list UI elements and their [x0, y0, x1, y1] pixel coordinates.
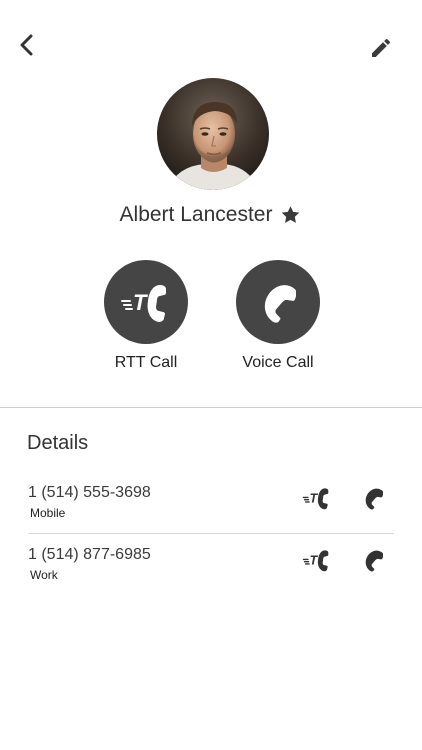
- rtt-phone-icon: T: [302, 488, 329, 510]
- phone-number-row[interactable]: 1 (514) 555-3698 Mobile T: [28, 472, 394, 534]
- svg-text:T: T: [310, 492, 319, 506]
- phone-number[interactable]: 1 (514) 877-6985: [28, 546, 151, 564]
- phone-icon: [365, 550, 383, 572]
- contact-name-row: Albert Lancester: [0, 200, 422, 230]
- favorite-button[interactable]: [278, 203, 302, 227]
- phone-type-label: Work: [30, 568, 58, 582]
- rtt-call-work-button[interactable]: T: [300, 546, 334, 574]
- rtt-phone-icon: T: [121, 285, 166, 322]
- rtt-call-label: RTT Call: [114, 354, 178, 371]
- voice-call-mobile-button[interactable]: [358, 484, 388, 512]
- avatar: [157, 78, 269, 190]
- top-bar: [0, 0, 422, 90]
- svg-text:T: T: [133, 290, 148, 315]
- voice-call-work-button[interactable]: [358, 546, 388, 574]
- rtt-call-mobile-button[interactable]: T: [300, 484, 334, 512]
- rtt-call-action: T RTT Call: [86, 260, 206, 380]
- rtt-phone-icon: T: [302, 550, 329, 572]
- voice-call-action: Voice Call: [218, 260, 338, 380]
- svg-text:T: T: [310, 554, 319, 568]
- chevron-left-icon: [20, 34, 33, 56]
- phone-number[interactable]: 1 (514) 555-3698: [28, 484, 151, 502]
- voice-call-button[interactable]: [236, 260, 320, 344]
- pencil-icon: [372, 38, 391, 57]
- phone-icon: [264, 285, 296, 323]
- section-divider: [0, 407, 422, 408]
- star-icon: [281, 206, 300, 223]
- edit-button[interactable]: [366, 33, 396, 63]
- voice-call-label: Voice Call: [242, 354, 314, 371]
- contact-name: Albert Lancester: [119, 203, 273, 226]
- phone-type-label: Mobile: [30, 506, 66, 520]
- back-button[interactable]: [12, 30, 42, 60]
- phone-icon: [365, 488, 383, 510]
- details-heading: Details: [27, 432, 89, 454]
- phone-number-row[interactable]: 1 (514) 877-6985 Work T: [28, 534, 394, 596]
- rtt-call-button[interactable]: T: [104, 260, 188, 344]
